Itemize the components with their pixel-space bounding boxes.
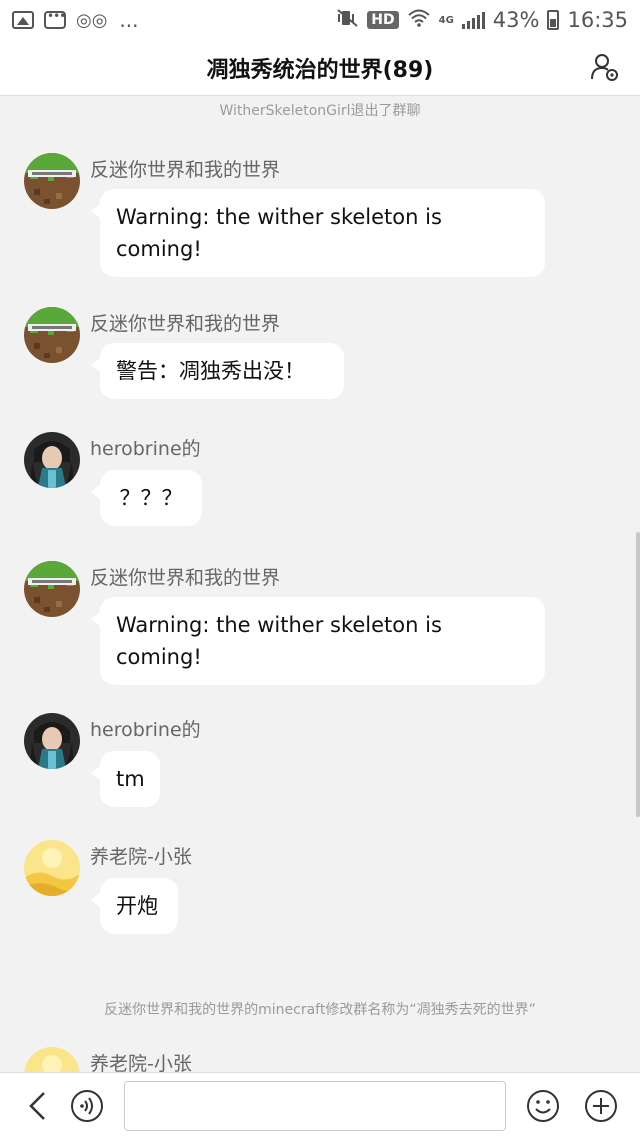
network-type: 4G: [438, 14, 454, 26]
minecraft-grass-block-avatar-icon: [24, 561, 80, 617]
sender-name: 反迷你世界和我的世界: [90, 567, 281, 589]
message-item: herobrine的 ？？？: [24, 432, 564, 532]
more-notifications-text: ...: [119, 8, 139, 32]
back-button[interactable]: [22, 1089, 56, 1123]
message-bubble[interactable]: 警告：凋独秀出没！: [91, 343, 344, 399]
baidu-notification-icon: [44, 9, 66, 29]
message-item: herobrine的 tm: [24, 713, 564, 813]
message-bubble[interactable]: Warning: the wither skeleton is coming!: [91, 597, 545, 685]
wifi-icon: [407, 8, 431, 32]
chat-message-list[interactable]: WitherSkeletonGirl退出了群聊 反迷你世界和我的世界 Warni…: [0, 97, 640, 1072]
sender-name: herobrine的: [90, 719, 201, 741]
smiley-icon: [527, 1090, 559, 1122]
message-text-line: coming!: [116, 237, 202, 261]
avatar[interactable]: [24, 432, 80, 488]
yellow-landscape-avatar-icon: [24, 840, 80, 896]
sender-name: 反迷你世界和我的世界: [90, 313, 281, 335]
chat-header: 凋独秀统治的世界(89): [0, 40, 640, 96]
system-message: 反迷你世界和我的世界的minecraft修改群名称为“凋独秀去死的世界”: [104, 1002, 536, 1018]
anime-character-avatar-icon: [24, 713, 80, 769]
emoji-button[interactable]: [526, 1089, 560, 1123]
gallery-notification-icon: [12, 11, 34, 29]
message-text-line: tm: [116, 767, 145, 791]
yellow-landscape-avatar-icon: [24, 1047, 80, 1072]
wechat-notification-icon: ◎◎: [76, 9, 108, 31]
hd-badge: HD: [367, 11, 399, 29]
message-input[interactable]: [124, 1081, 506, 1131]
message-text-line: Warning: the wither skeleton is: [116, 205, 442, 229]
message-text-line: ？？？: [119, 486, 183, 510]
page-title: 凋独秀统治的世界(89): [206, 57, 434, 83]
system-message: WitherSkeletonGirl退出了群聊: [219, 103, 421, 119]
plus-icon: [585, 1090, 617, 1122]
signal-icon: [461, 11, 485, 29]
clock: 16:35: [567, 8, 628, 32]
sender-name: 养老院-小张: [90, 1053, 192, 1072]
message-bubble[interactable]: 开炮: [91, 878, 178, 934]
minecraft-grass-block-avatar-icon: [24, 307, 80, 363]
message-item: 反迷你世界和我的世界 Warning: the wither skeleton …: [24, 153, 564, 277]
more-actions-button[interactable]: [584, 1089, 618, 1123]
voice-icon: [71, 1090, 103, 1122]
sender-name: herobrine的: [90, 438, 201, 460]
sender-name: 养老院-小张: [90, 846, 192, 868]
message-text-line: 警告：凋独秀出没！: [116, 359, 305, 383]
message-text-line: 开炮: [116, 894, 158, 918]
message-item: 反迷你世界和我的世界 警告：凋独秀出没！: [24, 307, 564, 407]
avatar[interactable]: [24, 561, 80, 617]
vibrate-mute-icon: [337, 8, 359, 32]
message-bubble[interactable]: Warning: the wither skeleton is coming!: [91, 189, 545, 277]
message-item: 养老院-小张: [24, 1047, 564, 1072]
status-bar: ◎◎ ... HD 4G 43% 16:35: [0, 0, 640, 40]
battery-icon: [547, 10, 560, 30]
sender-name: 反迷你世界和我的世界: [90, 159, 281, 181]
scrollbar[interactable]: [636, 532, 640, 817]
chevron-left-icon: [29, 1092, 45, 1120]
avatar[interactable]: [24, 153, 80, 209]
message-item: 养老院-小张 开炮: [24, 840, 564, 940]
battery-percent: 43%: [492, 8, 540, 32]
avatar[interactable]: [24, 840, 80, 896]
input-toolbar: [0, 1072, 640, 1138]
voice-input-button[interactable]: [70, 1089, 104, 1123]
avatar[interactable]: [24, 713, 80, 769]
avatar[interactable]: [24, 1047, 80, 1072]
anime-character-avatar-icon: [24, 432, 80, 488]
minecraft-grass-block-avatar-icon: [24, 153, 80, 209]
message-text-line: coming!: [116, 645, 202, 669]
message-bubble[interactable]: tm: [91, 751, 160, 807]
message-bubble[interactable]: ？？？: [91, 470, 202, 526]
group-settings-icon[interactable]: [590, 52, 620, 82]
avatar[interactable]: [24, 307, 80, 363]
message-text-line: Warning: the wither skeleton is: [116, 613, 442, 637]
message-item: 反迷你世界和我的世界 Warning: the wither skeleton …: [24, 561, 564, 685]
